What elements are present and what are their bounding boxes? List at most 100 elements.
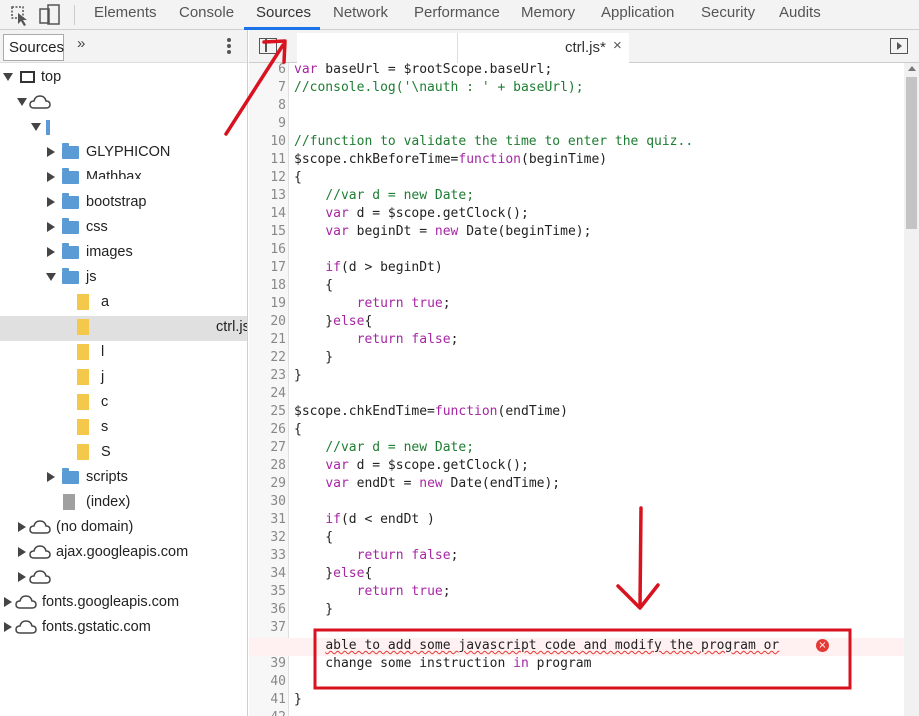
tree-item-file[interactable]: s [0,416,247,441]
tree-item-file[interactable]: S [0,441,247,466]
line-number[interactable]: 8 [249,98,286,113]
line-number[interactable]: 10 [249,134,286,149]
code-line[interactable]: //console.log('\nauth : ' + baseUrl); [294,80,584,95]
line-number[interactable]: 30 [249,494,286,509]
code-line[interactable]: { [294,422,302,437]
line-number[interactable]: 18 [249,278,286,293]
line-number[interactable]: 9 [249,116,286,131]
tree-item-folder-scripts[interactable]: scripts [0,466,247,491]
collapse-triangle-icon[interactable] [17,98,27,106]
code-line[interactable]: //var d = new Date; [294,188,474,203]
tree-item-domain[interactable]: ajax.googleapis.com [0,541,247,566]
tab-memory[interactable]: Memory [521,4,575,21]
scrollbar-thumb[interactable] [906,77,917,229]
code-line[interactable]: { [294,278,333,293]
code-line[interactable]: } [294,602,333,617]
tree-item-project[interactable] [0,116,247,141]
line-number[interactable]: 6 [249,63,286,77]
editor-tab-blank[interactable] [297,33,457,63]
tree-item-domain[interactable]: fonts.gstatic.com [0,616,247,641]
code-line[interactable]: $scope.chkEndTime=function(endTime) [294,404,568,419]
tab-network[interactable]: Network [333,4,388,21]
tree-item-index[interactable]: (index) [0,491,247,516]
line-number[interactable]: 17 [249,260,286,275]
tree-item-folder[interactable]: GLYPHICON [0,141,247,166]
tree-item-folder[interactable]: bootstrap [0,191,247,216]
code-line[interactable]: able to add some javascript code and mod… [294,638,779,653]
expand-triangle-icon[interactable] [18,522,26,532]
toggle-navigator-icon[interactable] [259,38,277,54]
code-line[interactable]: } [294,368,302,383]
line-number[interactable]: 35 [249,584,286,599]
code-line[interactable]: //var d = new Date; [294,440,474,455]
tab-sources[interactable]: Sources [256,4,311,21]
tab-application[interactable]: Application [601,4,674,21]
code-line[interactable]: var baseUrl = $rootScope.baseUrl; [294,63,552,77]
line-number[interactable]: 24 [249,386,286,401]
collapse-triangle-icon[interactable] [46,273,56,281]
line-number[interactable]: 11 [249,152,286,167]
editor-scrollbar[interactable] [904,63,919,716]
tree-item-domain[interactable] [0,91,247,116]
line-number[interactable]: 29 [249,476,286,491]
line-number[interactable]: 28 [249,458,286,473]
code-line[interactable]: //function to validate the time to enter… [294,134,693,149]
close-icon[interactable]: × [613,37,622,54]
code-line[interactable]: if(d < endDt ) [294,512,435,527]
kebab-menu-icon[interactable] [221,34,237,58]
line-number[interactable]: 27 [249,440,286,455]
code-line[interactable]: { [294,170,302,185]
code-line[interactable]: { [294,530,333,545]
expand-triangle-icon[interactable] [47,247,55,257]
code-line[interactable]: } [294,692,302,707]
line-number[interactable]: 14 [249,206,286,221]
expand-triangle-icon[interactable] [18,572,26,582]
code-editor[interactable]: 6 7 8 9 10 11 12 13 14 15 16 17 18 19 20 21 22 23 24 25 26 27… [249,63,904,716]
code-line[interactable]: return true; [294,584,451,599]
code-line[interactable]: var d = $scope.getClock(); [294,206,529,221]
tree-item-folder[interactable]: Mathbax [0,166,247,191]
tree-item-file[interactable]: l [0,341,247,366]
code-line[interactable]: if(d > beginDt) [294,260,442,275]
navigator-tab-sources[interactable]: Sources [3,34,64,61]
tab-performance[interactable]: Performance [414,4,500,21]
tab-elements[interactable]: Elements [94,4,157,21]
line-number[interactable]: 39 [249,656,286,671]
tab-audits[interactable]: Audits [779,4,821,21]
expand-triangle-icon[interactable] [4,622,12,632]
line-number[interactable]: 32 [249,530,286,545]
line-number[interactable]: 12 [249,170,286,185]
code-line[interactable]: }else{ [294,314,372,329]
tree-item-file[interactable]: a [0,291,247,316]
line-number[interactable]: 40 [249,674,286,689]
tab-console[interactable]: Console [179,4,234,21]
line-number[interactable]: 25 [249,404,286,419]
code-line[interactable]: var endDt = new Date(endTime); [294,476,560,491]
line-number[interactable]: 20 [249,314,286,329]
tree-item-file[interactable]: c [0,391,247,416]
tree-item-file-selected[interactable]: ctrl.js [0,316,247,341]
error-icon[interactable]: × [816,639,829,652]
tree-item-folder[interactable]: images [0,241,247,266]
line-number[interactable]: 23 [249,368,286,383]
line-number[interactable]: 7 [249,80,286,95]
expand-triangle-icon[interactable] [4,597,12,607]
code-line[interactable]: $scope.chkBeforeTime=function(beginTime) [294,152,607,167]
expand-triangle-icon[interactable] [47,222,55,232]
tree-item-folder-js[interactable]: js [0,266,247,291]
line-number[interactable]: 16 [249,242,286,257]
inspect-element-icon[interactable] [4,0,34,30]
code-line[interactable]: return true; [294,296,451,311]
expand-triangle-icon[interactable] [47,147,55,157]
tab-security[interactable]: Security [701,4,755,21]
tree-item-domain[interactable]: (no domain) [0,516,247,541]
code-line[interactable]: }else{ [294,566,372,581]
line-number[interactable]: 26 [249,422,286,437]
code-line[interactable]: return false; [294,332,459,347]
line-number[interactable]: 36 [249,602,286,617]
line-number[interactable]: 41 [249,692,286,707]
line-number[interactable]: 13 [249,188,286,203]
device-toolbar-icon[interactable] [36,0,66,30]
expand-triangle-icon[interactable] [18,547,26,557]
collapse-triangle-icon[interactable] [31,123,41,131]
